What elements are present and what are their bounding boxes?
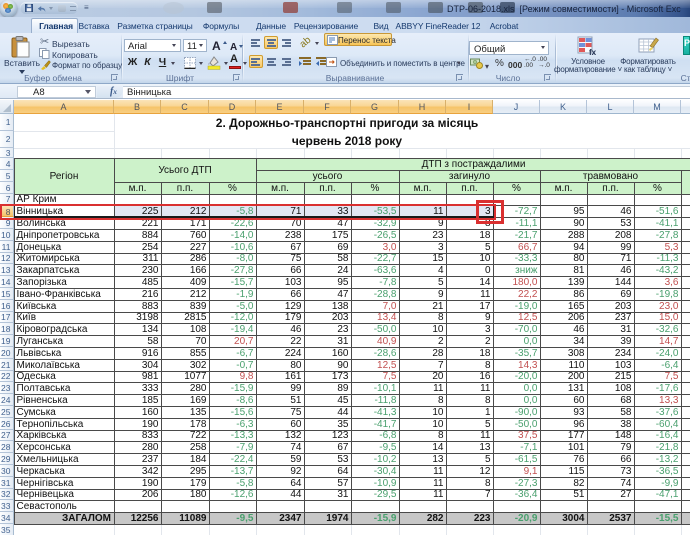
- svg-text:A: A: [212, 39, 221, 52]
- svg-text:A: A: [230, 42, 237, 52]
- svg-text:fx: fx: [589, 48, 597, 56]
